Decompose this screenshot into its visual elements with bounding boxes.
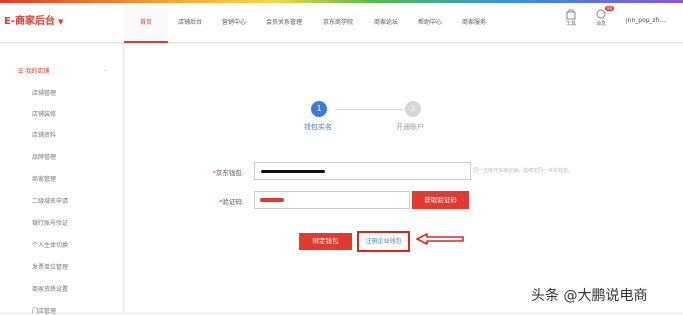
nav-item-forum[interactable]: 商家论坛 — [364, 3, 408, 43]
wallet-hint: 同一主体开多家店铺，需绑定同一京东钱包。 — [473, 168, 574, 174]
bind-wallet-button[interactable]: 绑定钱包 — [299, 233, 352, 250]
main-nav: 首页 店铺后台 营销中心 会员关系管理 京东商学院 商家论坛 帮助中心 商家服务 — [124, 3, 496, 43]
sidebar-item[interactable]: 个人主体切换 — [32, 240, 68, 249]
wallet-label: *京东钱包: — [184, 167, 244, 177]
message-badge: 99 — [604, 6, 614, 11]
shop-icon — [566, 9, 576, 20]
verification-code-input[interactable] — [254, 191, 410, 209]
top-bar: E-商家后台 ▼ 首页 店铺后台 营销中心 会员关系管理 京东商学院 商家论坛 帮… — [0, 3, 683, 43]
step-2-indicator: 2 — [405, 101, 421, 117]
sidebar-section-header[interactable]: ☰ 我的店铺 ⌄ — [18, 66, 108, 75]
nav-item-marketing[interactable]: 营销中心 — [212, 3, 256, 43]
chevron-down-icon: ⌄ — [103, 66, 109, 73]
sidebar-item[interactable]: 发票单位管理 — [32, 262, 68, 271]
wallet-label-text: 京东钱包: — [215, 169, 244, 177]
tool-shop[interactable]: 工具 — [562, 8, 580, 27]
sidebar-item[interactable]: 店铺资料 — [32, 130, 56, 139]
sidebar-item[interactable]: 商家管理 — [32, 174, 56, 183]
arrow-left-icon — [416, 233, 464, 245]
get-code-button[interactable]: 获取验证码 — [412, 191, 469, 209]
sidebar-item[interactable]: 店铺管理 — [32, 88, 56, 97]
wallet-input[interactable] — [254, 162, 471, 180]
tool-shop-label: 工具 — [565, 21, 576, 27]
sidebar-item[interactable]: 二级域名申请 — [32, 196, 68, 205]
tool-message[interactable]: 99 消息 — [592, 6, 614, 27]
redaction-mark — [261, 170, 325, 173]
sidebar-item[interactable]: 品牌管理 — [32, 152, 56, 161]
sidebar-item[interactable]: 商家资质设置 — [32, 284, 68, 293]
brand-logo[interactable]: E-商家后台 ▼ — [4, 12, 63, 27]
brand-name: E-商家后台 — [4, 16, 55, 27]
code-label-text: 验证码: — [222, 198, 244, 206]
sidebar-item[interactable]: 店铺装修 — [32, 109, 56, 118]
sidebar-title: 我的店铺 — [25, 68, 50, 75]
menu-icon: ☰ — [18, 68, 24, 75]
username[interactable]: jnn_pop_zh... — [626, 17, 678, 24]
sidebar: ☰ 我的店铺 ⌄ 店铺管理 店铺装修 店铺资料 品牌管理 商家管理 二级域名申请… — [0, 44, 124, 315]
register-enterprise-wallet-link[interactable]: 注册企业钱包 — [357, 231, 410, 252]
sidebar-item[interactable]: 门店管理 — [32, 306, 56, 315]
nav-item-home[interactable]: 首页 — [124, 3, 168, 43]
code-label: *验证码: — [184, 196, 244, 206]
nav-item-academy[interactable]: 京东商学院 — [312, 3, 364, 43]
step-2-label: 开通账户 — [396, 123, 424, 131]
nav-item-crm[interactable]: 会员关系管理 — [256, 3, 312, 43]
tool-message-label: 消息 — [595, 21, 606, 27]
chevron-down-icon: ▼ — [57, 18, 64, 26]
nav-item-help[interactable]: 帮助中心 — [408, 3, 452, 43]
watermark: 头条 @大鹏说电商 — [531, 288, 648, 304]
nav-item-service[interactable]: 商家服务 — [452, 3, 496, 43]
nav-item-shop[interactable]: 店铺后台 — [168, 3, 212, 43]
redaction-mark — [260, 198, 284, 202]
main-content: 1 2 钱包实名 开通账户 *京东钱包: 同一主体开多家店铺，需绑定同一京东钱包… — [124, 44, 683, 312]
header-tools: 工具 99 消息 — [562, 6, 614, 27]
step-1-indicator: 1 — [311, 101, 327, 117]
step-connector — [335, 109, 409, 110]
step-1-label: 钱包实名 — [304, 123, 332, 131]
sidebar-item[interactable]: 银行账号验证 — [32, 218, 68, 227]
